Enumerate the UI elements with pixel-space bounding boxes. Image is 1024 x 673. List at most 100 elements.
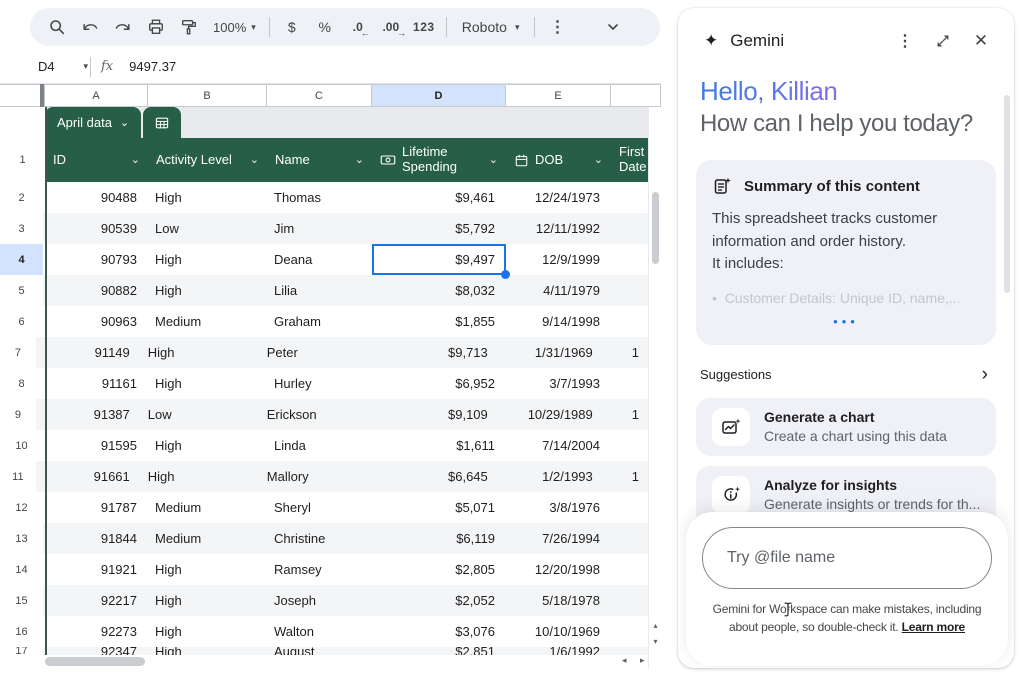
format-percent-button[interactable]: % — [312, 14, 338, 40]
cell-dob[interactable]: 7/26/1994 — [504, 523, 609, 554]
prompt-input[interactable] — [727, 549, 967, 567]
cell-name[interactable]: Peter — [258, 337, 363, 368]
cell-first-date[interactable]: 1 — [602, 399, 648, 430]
cell-spend[interactable]: $6,119 — [370, 523, 504, 554]
cell-name[interactable]: Erickson — [258, 399, 363, 430]
decrease-decimal-button[interactable]: .0 ← — [345, 14, 371, 40]
cell-name[interactable]: Lilia — [265, 275, 370, 306]
row-number[interactable]: 4 — [0, 244, 43, 275]
row-number[interactable]: 12 — [0, 492, 43, 523]
cell-spend[interactable]: $6,952 — [370, 368, 504, 399]
cell-first-date[interactable] — [609, 554, 648, 585]
cell-first-date[interactable] — [609, 585, 648, 616]
cell-activity-level[interactable]: High — [146, 585, 265, 616]
cell-id[interactable]: 92217 — [43, 585, 146, 616]
cell-spend[interactable]: $2,805 — [370, 554, 504, 585]
cell-id[interactable]: 91161 — [43, 368, 146, 399]
formula-input[interactable]: 9497.37 — [129, 59, 176, 74]
cell-id[interactable]: 91921 — [43, 554, 146, 585]
cell-activity-level[interactable]: High — [146, 554, 265, 585]
cell-first-date[interactable] — [609, 182, 648, 213]
header-cell-first-date[interactable]: First Date — [611, 138, 648, 182]
scroll-down-icon[interactable]: ▾ — [649, 637, 662, 646]
cell-id[interactable]: 91661 — [36, 461, 139, 492]
cell-id[interactable]: 90882 — [43, 275, 146, 306]
cell-dob[interactable]: 1/2/1993 — [497, 461, 602, 492]
redo-button[interactable] — [110, 14, 136, 40]
scroll-up-icon[interactable]: ▴ — [649, 621, 662, 630]
cell-first-date[interactable] — [609, 647, 648, 655]
horizontal-scrollbar-thumb[interactable] — [45, 657, 145, 666]
cell-dob[interactable]: 7/14/2004 — [504, 430, 609, 461]
cell-activity-level[interactable]: Low — [139, 399, 258, 430]
cell-dob[interactable]: 1/31/1969 — [497, 337, 602, 368]
cell-name[interactable]: Walton — [265, 616, 370, 647]
cell-id[interactable]: 91149 — [36, 337, 139, 368]
cell-activity-level[interactable]: High — [146, 244, 265, 275]
column-header-e[interactable]: E — [506, 85, 611, 106]
cell-name[interactable]: Jim — [265, 213, 370, 244]
undo-button[interactable] — [77, 14, 103, 40]
cell-spend[interactable]: $3,076 — [370, 616, 504, 647]
scroll-right-icon[interactable]: ▸ — [640, 655, 645, 666]
horizontal-scrollbar[interactable]: ◂ ▸ — [0, 655, 648, 668]
cell-activity-level[interactable]: High — [139, 337, 258, 368]
header-cell-dob[interactable]: DOB ⌄ — [506, 138, 611, 182]
cell-dob[interactable]: 1/6/1992 — [504, 647, 609, 655]
row-number[interactable]: 8 — [0, 368, 43, 399]
cell-first-date[interactable] — [609, 523, 648, 554]
row-number[interactable]: 7 — [0, 337, 36, 368]
print-button[interactable] — [143, 14, 169, 40]
expand-panel-button[interactable] — [930, 28, 956, 54]
select-all-corner[interactable] — [0, 85, 45, 106]
cell-spend[interactable]: $2,052 — [370, 585, 504, 616]
cell-name[interactable]: Deana — [265, 244, 370, 275]
cell-activity-level[interactable]: High — [146, 616, 265, 647]
zoom-select[interactable]: 100% ▾ — [209, 14, 260, 40]
cell-name[interactable]: Christine — [265, 523, 370, 554]
cell-dob[interactable]: 12/24/1973 — [504, 182, 609, 213]
cell-activity-level[interactable]: High — [146, 368, 265, 399]
row-number[interactable]: 15 — [0, 585, 43, 616]
cell-activity-level[interactable]: High — [146, 182, 265, 213]
vertical-scrollbar-thumb[interactable] — [652, 192, 659, 264]
close-panel-button[interactable]: ✕ — [968, 28, 994, 54]
cell-activity-level[interactable]: Low — [146, 213, 265, 244]
row-number[interactable]: 5 — [0, 275, 43, 306]
collapse-toolbar-button[interactable] — [600, 14, 626, 40]
cell-id[interactable]: 90793 — [43, 244, 146, 275]
cell-spend[interactable]: $1,855 — [370, 306, 504, 337]
row-number[interactable]: 16 — [0, 616, 43, 647]
cell-dob[interactable]: 12/11/1992 — [504, 213, 609, 244]
cell-dob[interactable]: 3/7/1993 — [504, 368, 609, 399]
header-cell-id[interactable]: ID ⌄ — [45, 138, 148, 182]
cell-name[interactable]: Thomas — [265, 182, 370, 213]
cell-first-date[interactable] — [609, 368, 648, 399]
column-header-f-area[interactable] — [611, 85, 661, 106]
cell-activity-level[interactable]: Medium — [146, 523, 265, 554]
cell-dob[interactable]: 3/8/1976 — [504, 492, 609, 523]
paint-format-button[interactable] — [176, 14, 202, 40]
cell-activity-level[interactable]: High — [146, 430, 265, 461]
cell-spend[interactable]: $9,109 — [363, 399, 497, 430]
row-number[interactable]: 6 — [0, 306, 43, 337]
header-cell-name[interactable]: Name ⌄ — [267, 138, 372, 182]
cell-spend[interactable]: $9,497 — [370, 244, 504, 275]
panel-more-button[interactable]: ⋮ — [892, 28, 918, 54]
cell-activity-level[interactable]: High — [146, 275, 265, 306]
cell-first-date[interactable] — [609, 213, 648, 244]
table-name-menu[interactable]: April data ⌄ — [45, 107, 142, 138]
cell-name[interactable]: Hurley — [265, 368, 370, 399]
cell-name[interactable]: Ramsey — [265, 554, 370, 585]
expand-summary-button[interactable]: ••• — [712, 314, 980, 329]
cell-id[interactable]: 90488 — [43, 182, 146, 213]
row-number[interactable]: 9 — [0, 399, 36, 430]
cell-spend[interactable]: $5,071 — [370, 492, 504, 523]
search-button[interactable] — [44, 14, 70, 40]
row-number[interactable]: 2 — [0, 182, 43, 213]
cell-dob[interactable]: 10/10/1969 — [504, 616, 609, 647]
cell-dob[interactable]: 4/11/1979 — [504, 275, 609, 306]
column-header-c[interactable]: C — [267, 85, 372, 106]
column-header-b[interactable]: B — [148, 85, 267, 106]
increase-decimal-button[interactable]: .00 → — [378, 14, 406, 40]
